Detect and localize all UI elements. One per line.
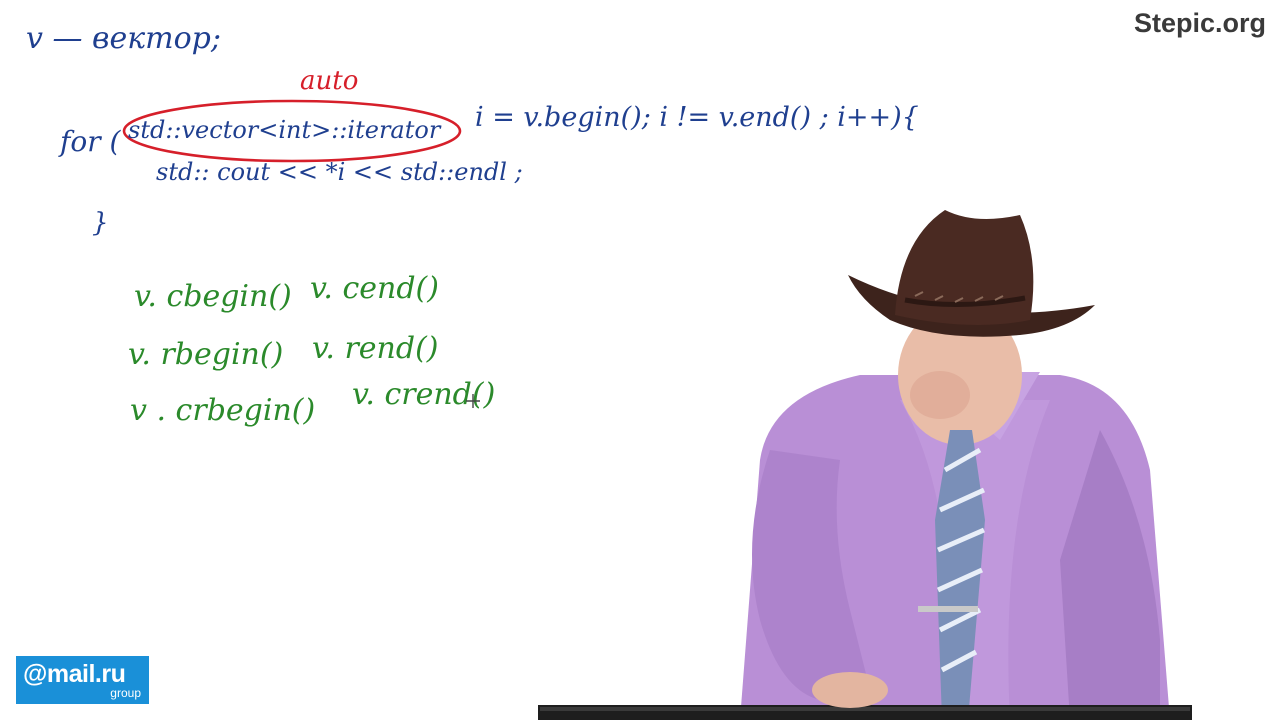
video-frame: v — вектор; auto for ( std::vector<int>:… <box>0 0 1280 720</box>
logo-main-text: @mail.ru <box>23 660 126 688</box>
logo-sub-text: group <box>110 686 141 700</box>
presenter-figure <box>538 210 1192 720</box>
mailru-group-logo: @mail.ru group <box>16 656 149 704</box>
stepic-watermark: Stepic.org <box>1133 8 1266 38</box>
